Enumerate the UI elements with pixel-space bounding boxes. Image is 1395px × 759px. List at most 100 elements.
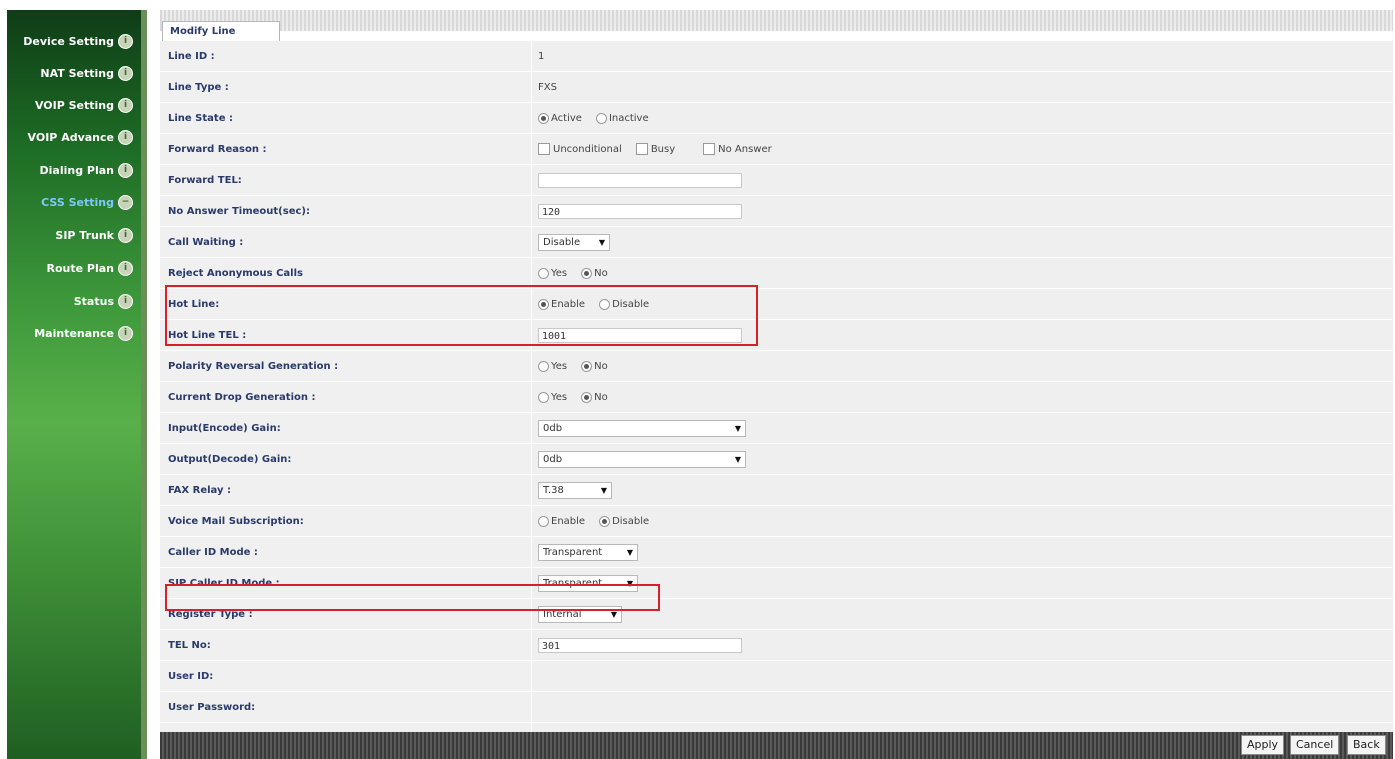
row-caller-id-mode: Caller ID Mode : Transparent ▼ (160, 537, 1393, 568)
current-drop-no-option[interactable]: No (581, 391, 608, 403)
caller-id-mode-select[interactable]: Transparent ▼ (538, 543, 638, 561)
cancel-button[interactable]: Cancel (1290, 735, 1340, 755)
hot-line-disable-option[interactable]: Disable (599, 298, 650, 310)
tel-no-input[interactable]: 301 (538, 637, 742, 653)
option-label: No (594, 391, 608, 403)
forward-no-answer-checkbox[interactable]: No Answer (703, 143, 772, 155)
option-label: Disable (612, 298, 650, 310)
apply-button[interactable]: Apply (1241, 735, 1285, 755)
field-label: Polarity Reversal Generation : (160, 351, 532, 381)
row-fax-relay: FAX Relay : T.38 ▼ (160, 475, 1393, 506)
call-waiting-select[interactable]: Disable ▼ (538, 233, 610, 251)
radio-button[interactable] (595, 112, 607, 124)
user-id-value (532, 661, 1393, 691)
no-answer-timeout-input[interactable]: 120 (538, 203, 742, 219)
sidebar-item-route-plan[interactable]: Route Plan i (47, 257, 133, 279)
radio-button[interactable] (581, 391, 593, 403)
sidebar-item-status[interactable]: Status i (74, 290, 133, 312)
hot-line-tel-input[interactable]: 1001 (538, 327, 742, 343)
forward-unconditional-checkbox[interactable]: Unconditional (538, 143, 622, 155)
sidebar-item-label: Maintenance (34, 326, 114, 340)
sidebar-item-label: VOIP Setting (34, 98, 114, 112)
hot-line-enable-option[interactable]: Enable (538, 298, 586, 310)
back-button[interactable]: Back (1347, 735, 1386, 755)
option-label: Unconditional (553, 143, 622, 155)
sidebar-item-nat-setting[interactable]: NAT Setting i (40, 62, 133, 84)
sidebar-item-label: Dialing Plan (39, 163, 115, 177)
field-label: Call Waiting : (160, 227, 532, 257)
radio-button[interactable] (538, 360, 549, 372)
input-gain-select[interactable]: 0db ▼ (538, 419, 746, 437)
fax-relay-select[interactable]: T.38 ▼ (538, 481, 612, 499)
output-gain-select[interactable]: 0db ▼ (538, 450, 746, 468)
dropdown-arrow-icon: ▼ (610, 609, 617, 619)
voice-mail-enable-option[interactable]: Enable (538, 515, 586, 527)
sidebar-item-voip-setting[interactable]: VOIP Setting i (35, 94, 133, 116)
select-value: T.38 (543, 484, 564, 496)
sip-caller-id-mode-select[interactable]: Transparent ▼ (538, 574, 638, 592)
forward-busy-checkbox[interactable]: Busy (635, 143, 676, 155)
current-drop-yes-option[interactable]: Yes (538, 391, 567, 403)
field-label: Output(Decode) Gain: (160, 444, 532, 474)
option-label: Enable (551, 298, 586, 310)
sidebar-item-voip-advance[interactable]: VOIP Advance i (28, 126, 133, 148)
sidebar-item-device-setting[interactable]: Device Setting i (23, 30, 133, 52)
sidebar-item-label: CSS Setting (41, 195, 114, 209)
voice-mail-disable-option[interactable]: Disable (599, 515, 650, 527)
row-voice-mail: Voice Mail Subscription: Enable Disable (160, 506, 1393, 537)
info-icon: i (118, 33, 133, 49)
select-value: 0db (543, 422, 563, 434)
register-type-select[interactable]: Internal ▼ (538, 605, 622, 623)
header-strip (160, 10, 1393, 31)
radio-button[interactable] (599, 298, 611, 310)
forward-tel-input[interactable] (538, 172, 742, 188)
row-hot-line: Hot Line: Enable Disable (160, 289, 1393, 320)
checkbox[interactable] (635, 143, 648, 155)
reject-anonymous-yes-option[interactable]: Yes (538, 267, 567, 279)
info-icon: i (118, 293, 133, 309)
user-password-value (532, 692, 1393, 722)
radio-button[interactable] (538, 391, 549, 403)
radio-button[interactable] (538, 112, 549, 124)
line-id-value: 1 (538, 50, 545, 62)
radio-button[interactable] (581, 267, 593, 279)
field-label: Forward TEL: (160, 165, 532, 195)
option-label: Disable (612, 515, 650, 527)
field-label: Hot Line: (160, 289, 532, 319)
option-label: Busy (650, 143, 676, 155)
sidebar-item-label: VOIP Advance (27, 130, 114, 144)
option-label: No (594, 267, 608, 279)
option-label: Enable (551, 515, 586, 527)
line-settings-form: Line ID : 1 Line Type : FXS Line State :… (160, 41, 1393, 754)
radio-button[interactable] (599, 515, 611, 527)
sidebar-item-maintenance[interactable]: Maintenance i (34, 322, 133, 344)
info-icon: i (118, 325, 133, 341)
select-value: Internal (543, 608, 582, 620)
row-input-gain: Input(Encode) Gain: 0db ▼ (160, 413, 1393, 444)
field-label: Hot Line TEL : (160, 320, 532, 350)
option-label: Inactive (608, 112, 649, 124)
line-state-inactive-option[interactable]: Inactive (595, 112, 649, 124)
sidebar-nav: Device Setting i NAT Setting i VOIP Sett… (7, 10, 147, 759)
select-value: Transparent (543, 546, 603, 558)
sidebar-item-css-setting[interactable]: CSS Setting − (41, 191, 133, 213)
tab-modify-line-setting[interactable]: Modify Line Setting (162, 21, 280, 57)
row-tel-no: TEL No: 301 (160, 630, 1393, 661)
row-sip-caller-id-mode: SIP Caller ID Mode : Transparent ▼ (160, 568, 1393, 599)
line-state-active-option[interactable]: Active (538, 112, 582, 124)
radio-button[interactable] (581, 360, 593, 372)
field-label: No Answer Timeout(sec): (160, 196, 532, 226)
sidebar-item-sip-trunk[interactable]: SIP Trunk i (55, 224, 133, 246)
radio-button[interactable] (538, 267, 549, 279)
info-icon: i (118, 129, 133, 145)
polarity-yes-option[interactable]: Yes (538, 360, 567, 372)
sidebar-item-dialing-plan[interactable]: Dialing Plan i (39, 159, 133, 181)
row-user-password: User Password: (160, 692, 1393, 723)
checkbox[interactable] (538, 143, 550, 155)
checkbox[interactable] (703, 143, 716, 155)
radio-button[interactable] (538, 515, 549, 527)
polarity-no-option[interactable]: No (581, 360, 608, 372)
radio-button[interactable] (538, 298, 549, 310)
field-label: Reject Anonymous Calls (160, 258, 532, 288)
reject-anonymous-no-option[interactable]: No (581, 267, 608, 279)
